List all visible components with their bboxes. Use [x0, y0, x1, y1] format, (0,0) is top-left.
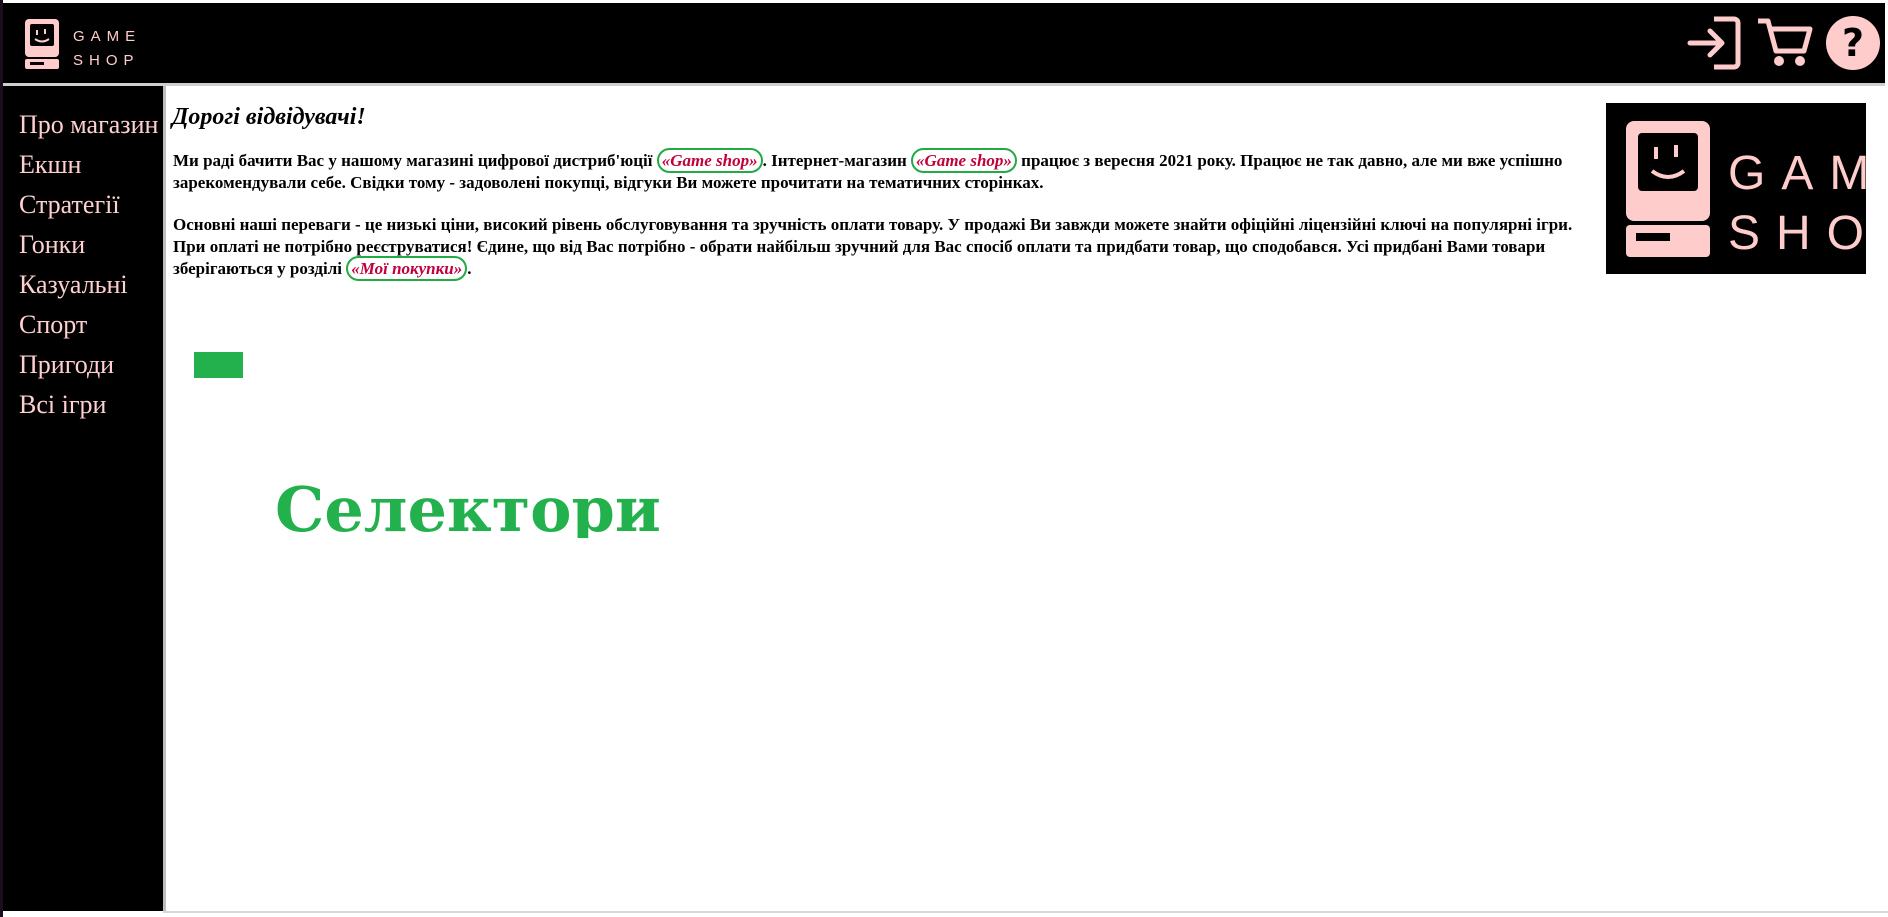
- intro-paragraph: Ми раді бачити Вас у нашому магазині циф…: [173, 148, 1603, 194]
- intro-text-2: . Інтернет-магазин: [762, 151, 912, 170]
- svg-text:GAME: GAME: [1728, 147, 1866, 200]
- header-bar: GAME SHOP ?: [3, 3, 1885, 83]
- svg-text:?: ?: [1842, 21, 1864, 65]
- cart-icon[interactable]: [1754, 13, 1814, 73]
- help-icon[interactable]: ?: [1823, 13, 1883, 73]
- svg-text:GAME: GAME: [73, 28, 141, 45]
- sidebar-item-sport[interactable]: Спорт: [19, 310, 87, 340]
- sidebar-item-adventure[interactable]: Пригоди: [19, 350, 114, 380]
- sidebar-item-about[interactable]: Про магазин: [19, 110, 158, 140]
- header-divider: [3, 83, 1885, 86]
- sidebar-item-action[interactable]: Екшн: [19, 150, 81, 180]
- advantages-paragraph: Основні наші переваги - це низькі ціни, …: [173, 214, 1603, 281]
- game-shop-link-2[interactable]: «Game shop»: [911, 148, 1017, 173]
- game-shop-link[interactable]: «Game shop»: [656, 148, 763, 173]
- sidebar-item-racing[interactable]: Гонки: [19, 230, 85, 260]
- selectors-heading: Селектори: [275, 473, 661, 538]
- sidebar-item-all-games[interactable]: Всі ігри: [19, 390, 106, 420]
- svg-text:SHOP: SHOP: [73, 52, 140, 69]
- sidebar-item-casual[interactable]: Казуальні: [19, 270, 128, 300]
- svg-text:SHOP: SHOP: [1728, 207, 1866, 260]
- sidebar-item-strategy[interactable]: Стратегії: [19, 190, 120, 220]
- bottom-border: [163, 911, 1888, 913]
- sidebar: Про магазин Екшн Стратегії Гонки Казуаль…: [3, 86, 163, 911]
- sidebar-divider: [163, 86, 166, 911]
- game-shop-logo-large: GAME SHOP: [1606, 103, 1866, 274]
- intro-text-1: Ми раді бачити Вас у нашому магазині циф…: [173, 151, 657, 170]
- advantages-text-2: .: [467, 259, 472, 278]
- my-purchases-link[interactable]: «Мої покупки»: [346, 256, 468, 281]
- green-block: [194, 352, 243, 378]
- greeting-heading: Дорогі відвідувачі!: [172, 104, 366, 130]
- login-icon[interactable]: [1686, 13, 1746, 73]
- game-shop-logo[interactable]: GAME SHOP: [23, 17, 141, 73]
